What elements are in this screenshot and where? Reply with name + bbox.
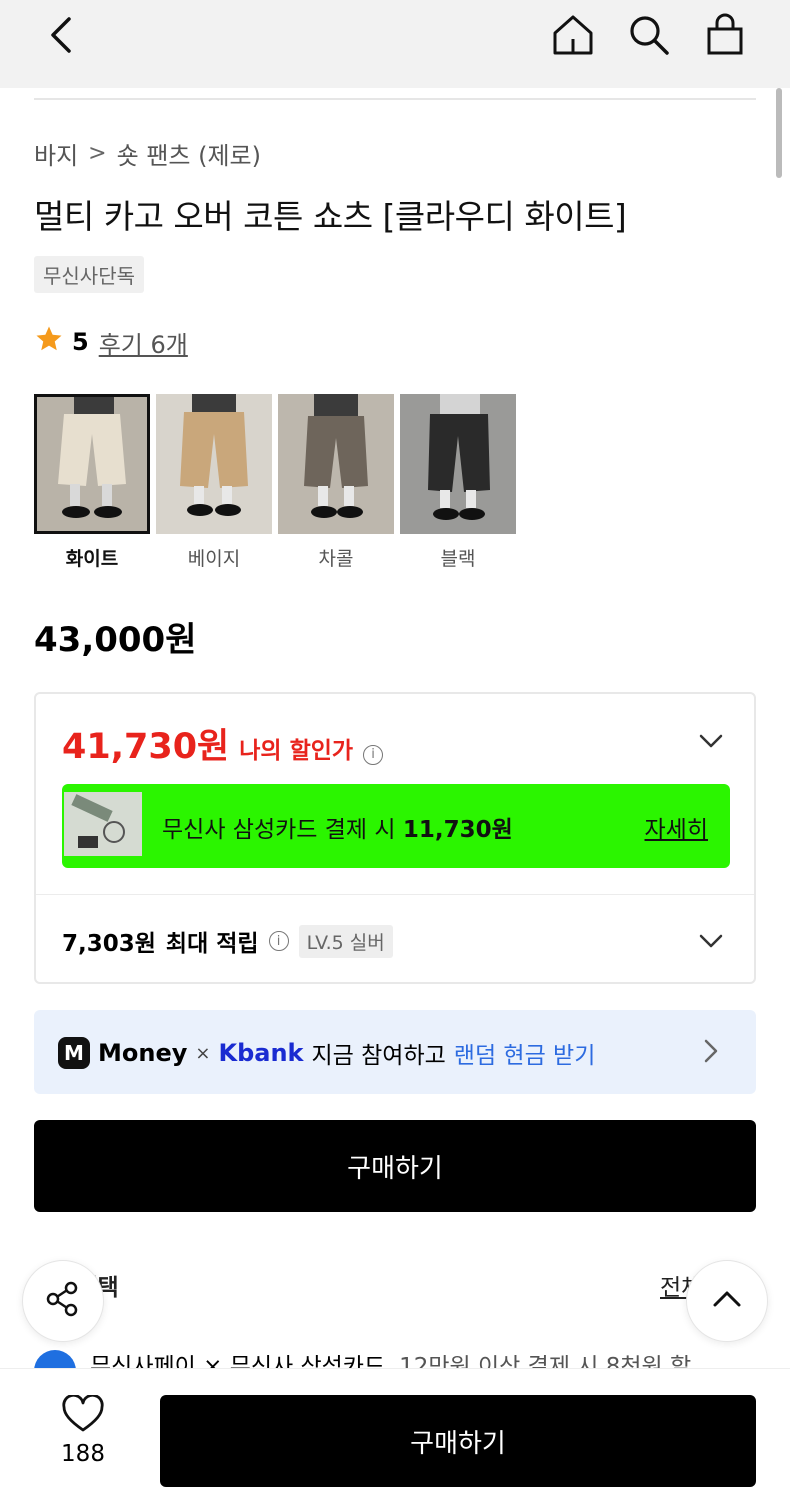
heart-icon bbox=[62, 1393, 104, 1437]
home-icon[interactable] bbox=[548, 10, 598, 60]
buy-button-bottom[interactable]: 구매하기 bbox=[160, 1395, 756, 1487]
chevron-right-icon bbox=[698, 1036, 724, 1066]
buy-button[interactable]: 구매하기 bbox=[34, 1120, 756, 1212]
card-promo-label: 무신사 삼성카드 결제 시 bbox=[162, 817, 396, 843]
divider bbox=[36, 894, 754, 895]
card-promo-text: 무신사 삼성카드 결제 시 11,730원 bbox=[162, 810, 513, 844]
promo-text: 지금 참여하고 bbox=[311, 1043, 446, 1069]
color-options: 화이트 베이지 차콜 블랙 bbox=[34, 394, 516, 571]
info-icon[interactable]: i bbox=[268, 931, 289, 951]
money-logo-icon: M bbox=[58, 1037, 90, 1069]
rating: 5 후기 6개 bbox=[34, 324, 188, 360]
color-label: 블랙 bbox=[440, 548, 476, 570]
times-sign: × bbox=[195, 1042, 211, 1064]
breadcrumb-separator: > bbox=[88, 141, 107, 166]
chevron-down-icon[interactable] bbox=[698, 728, 724, 754]
discount-label: 나의 할인가 bbox=[239, 738, 354, 764]
promo-content: M Money × Kbank 지금 참여하고 랜덤 현금 받기 bbox=[58, 1036, 595, 1070]
color-option-beige[interactable]: 베이지 bbox=[156, 394, 272, 571]
bottom-action-bar: 188 구매하기 bbox=[0, 1368, 790, 1500]
points-label: 최대 적립 bbox=[165, 931, 259, 957]
like-count: 188 bbox=[61, 1441, 105, 1467]
benefit-box: 41,730원 나의 할인가 i 무신사 삼성카드 결제 시 11,730원 자… bbox=[34, 692, 756, 984]
points-amount: 7,303원 bbox=[62, 931, 156, 957]
share-icon bbox=[43, 1279, 83, 1323]
discount-row[interactable]: 41,730원 나의 할인가 i bbox=[62, 718, 384, 769]
chevron-up-icon bbox=[712, 1289, 742, 1313]
color-thumbnail bbox=[400, 394, 516, 534]
reviews-link[interactable]: 후기 6개 bbox=[99, 325, 188, 360]
color-thumbnail bbox=[278, 394, 394, 534]
like-button[interactable]: 188 bbox=[48, 1393, 118, 1467]
kbank-logo: Kbank bbox=[218, 1039, 304, 1067]
color-label: 베이지 bbox=[187, 548, 241, 570]
discount-price: 41,730원 bbox=[62, 727, 230, 767]
chevron-down-icon[interactable] bbox=[698, 928, 724, 954]
promo-highlight: 랜덤 현금 받기 bbox=[453, 1043, 596, 1069]
info-icon[interactable]: i bbox=[363, 744, 384, 765]
star-icon bbox=[34, 324, 64, 360]
exclusive-badge: 무신사단독 bbox=[34, 256, 144, 293]
color-option-black[interactable]: 블랙 bbox=[400, 394, 516, 571]
kbank-promo-banner[interactable]: M Money × Kbank 지금 참여하고 랜덤 현금 받기 bbox=[34, 1010, 756, 1094]
breadcrumb: 바지 > 숏 팬츠 (제로) bbox=[34, 136, 261, 171]
points-row[interactable]: 7,303원 최대 적립 i LV.5 실버 bbox=[62, 924, 393, 958]
card-detail-link[interactable]: 자세히 bbox=[645, 810, 708, 844]
divider bbox=[34, 98, 756, 100]
original-price: 43,000원 bbox=[34, 620, 197, 660]
product-title: 멀티 카고 오버 코튼 쇼츠 [클라우디 화이트] bbox=[34, 197, 627, 236]
card-promo-price: 11,730원 bbox=[402, 817, 513, 843]
search-icon[interactable] bbox=[624, 10, 674, 60]
color-label: 화이트 bbox=[65, 548, 119, 570]
card-thumbnail-image bbox=[64, 792, 142, 856]
color-label: 차콜 bbox=[318, 548, 354, 570]
chevron-left-icon[interactable] bbox=[36, 10, 86, 60]
breadcrumb-category[interactable]: 바지 bbox=[34, 136, 78, 171]
rating-score: 5 bbox=[72, 328, 89, 356]
card-promo-banner[interactable]: 무신사 삼성카드 결제 시 11,730원 자세히 bbox=[62, 784, 730, 868]
scrollbar[interactable] bbox=[776, 88, 782, 178]
color-option-white[interactable]: 화이트 bbox=[34, 394, 150, 571]
scroll-to-top-button[interactable] bbox=[686, 1260, 768, 1342]
shopping-bag-icon[interactable] bbox=[700, 10, 750, 60]
color-thumbnail bbox=[34, 394, 150, 534]
color-option-charcoal[interactable]: 차콜 bbox=[278, 394, 394, 571]
color-thumbnail bbox=[156, 394, 272, 534]
level-badge: LV.5 실버 bbox=[298, 924, 393, 958]
money-label: Money bbox=[98, 1039, 188, 1067]
top-nav-bar bbox=[0, 0, 790, 88]
breadcrumb-subcategory[interactable]: 숏 팬츠 (제로) bbox=[117, 136, 261, 171]
share-button[interactable] bbox=[22, 1260, 104, 1342]
